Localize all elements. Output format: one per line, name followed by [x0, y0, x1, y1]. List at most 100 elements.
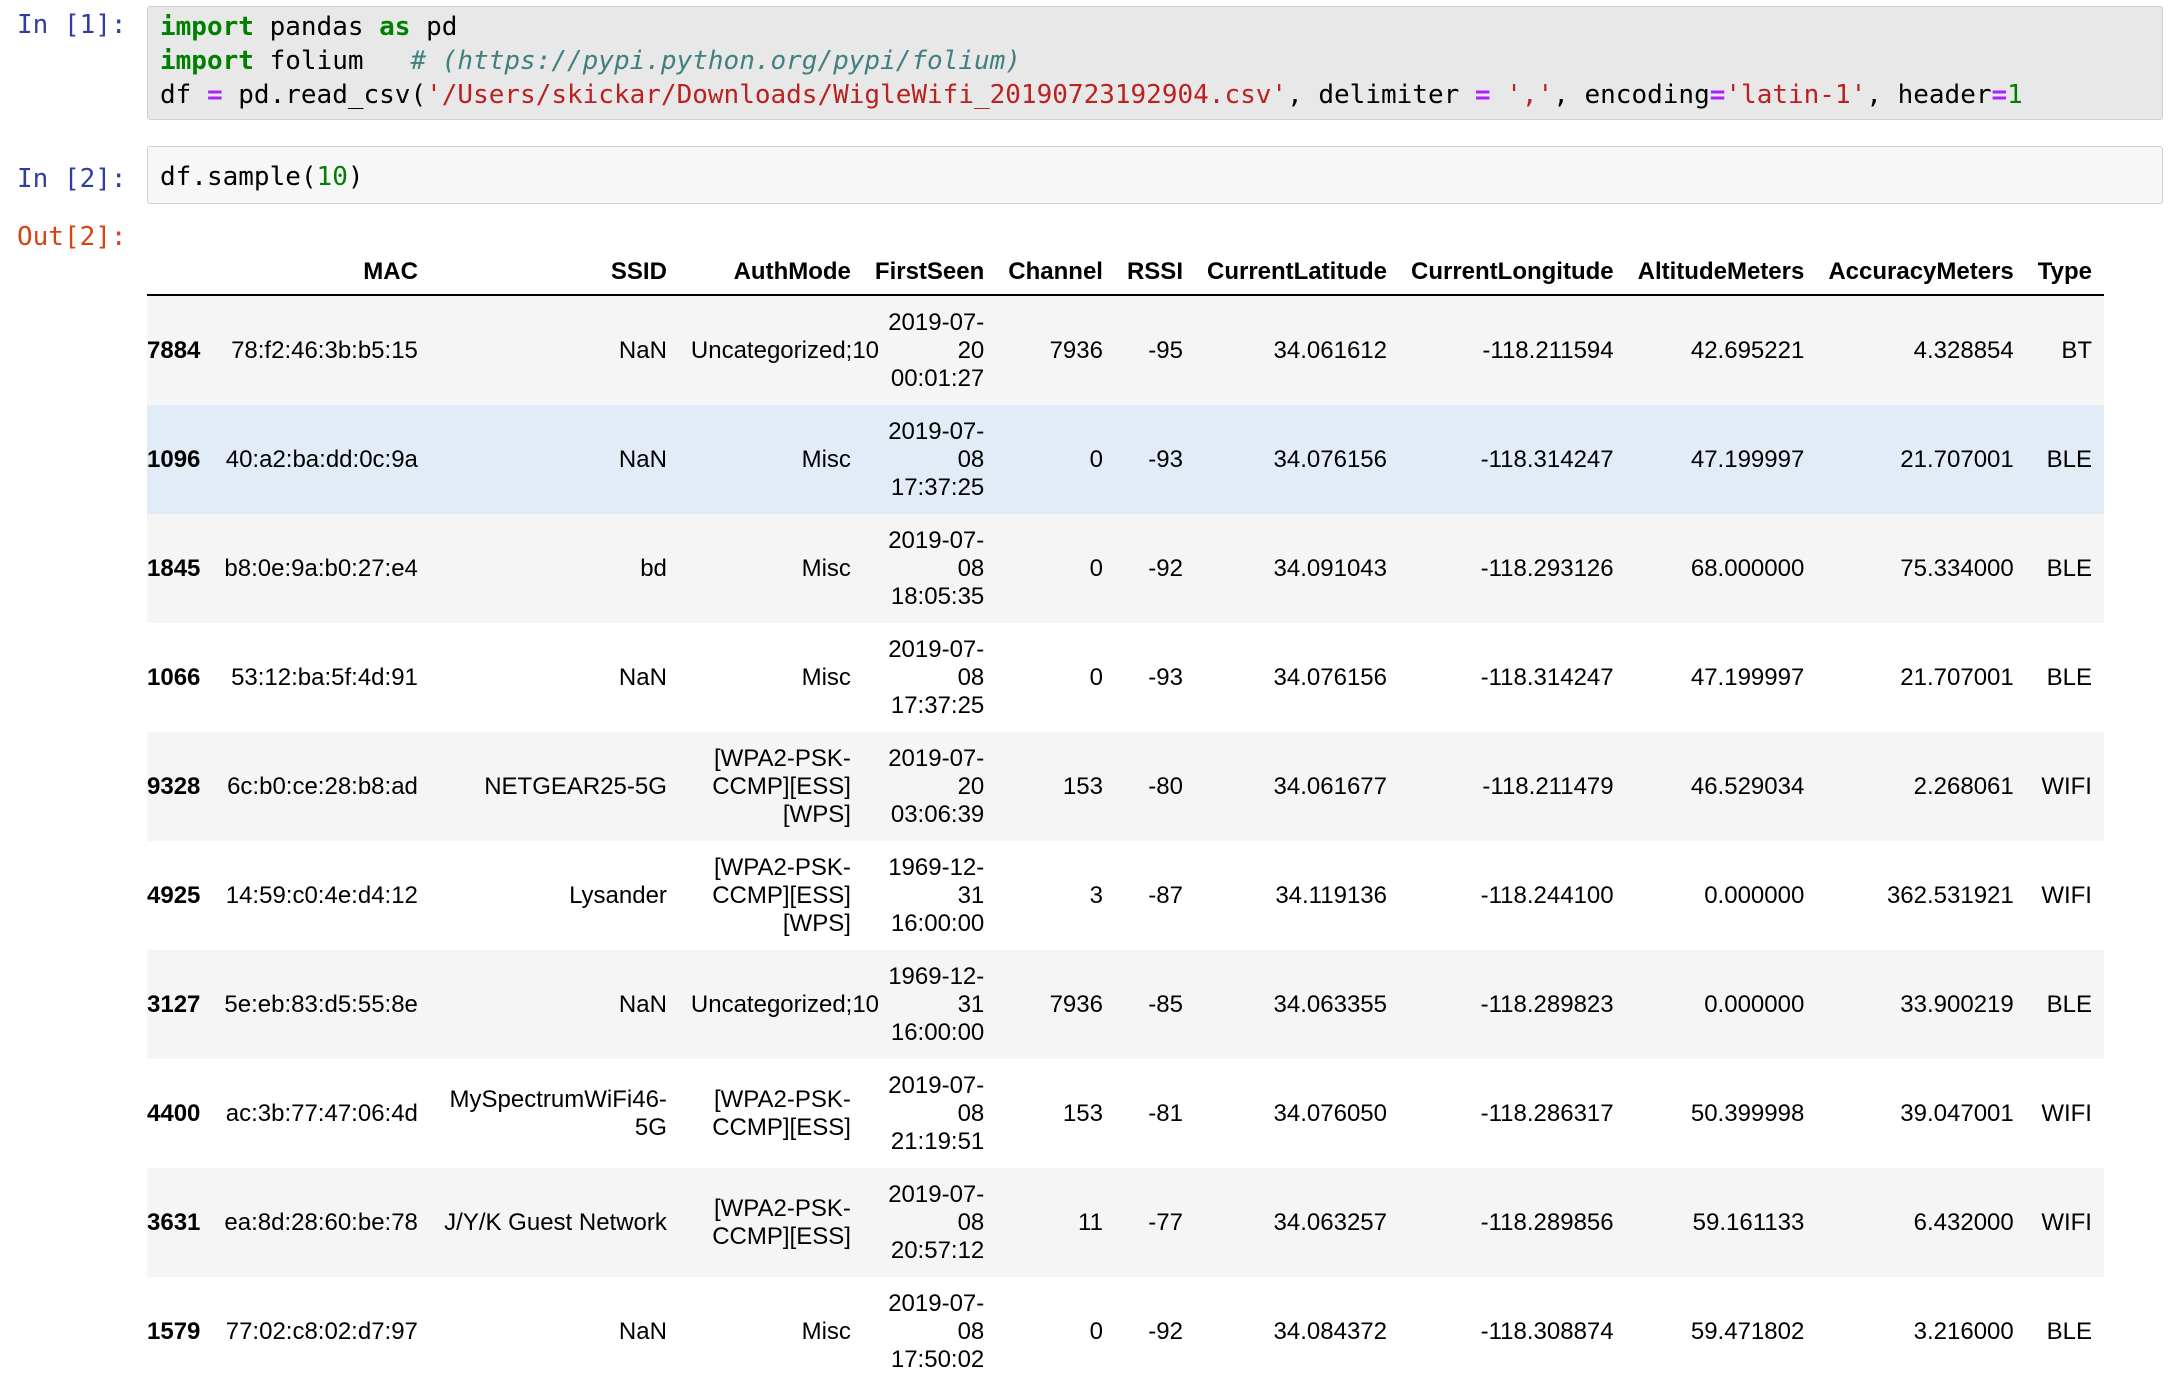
cell-mac: 53:12:ba:5f:4d:91: [231, 663, 418, 691]
cell-accuracymeters: 6.432000: [1913, 1208, 2014, 1236]
cell-accuracymeters: 4.328854: [1913, 336, 2014, 364]
cell-mac: 40:a2:ba:dd:0c:9a: [225, 445, 418, 473]
cell-altitudemeters: 0.000000: [1704, 990, 1805, 1018]
cell-ssid: NaN: [618, 990, 667, 1018]
table-row[interactable]: 1845 b8:0e:9a:b0:27:e4 bd Misc 2019-07-08 18…: [147, 514, 2104, 623]
cell-ssid: NaN: [618, 1317, 667, 1345]
cell-type: WIFI: [2041, 881, 2092, 909]
code-token: =: [1991, 80, 2008, 110]
table-row[interactable]: 1096 40:a2:ba:dd:0c:9a NaN Misc 2019-07-08 1…: [147, 405, 2104, 514]
cell-currentlatitude: 34.084372: [1273, 1317, 1387, 1345]
row-index: 3127: [147, 990, 201, 1018]
cell-authmode: [WPA2-PSK-CCMP][ESS][WPS]: [712, 853, 851, 937]
cell-currentlatitude: 34.076156: [1273, 445, 1387, 473]
output-prompt: Out[2]:: [17, 222, 127, 252]
cell-altitudemeters: 47.199997: [1690, 445, 1805, 473]
cell-firstseen: 2019-07-08 17:37:25: [888, 635, 985, 719]
table-row[interactable]: 4925 14:59:c0:4e:d4:12 Lysander [WPA2-PSK-C…: [147, 841, 2104, 950]
code-token: ): [347, 162, 364, 192]
cell-altitudemeters: 42.695221: [1690, 336, 1805, 364]
cell-currentlatitude: 34.091043: [1273, 554, 1387, 582]
cell-altitudemeters: 46.529034: [1690, 772, 1805, 800]
cell-channel: 3: [1089, 881, 1103, 909]
cell-type: BT: [2061, 336, 2092, 364]
code-token: =: [1474, 80, 1491, 110]
cell-accuracymeters: 3.216000: [1913, 1317, 2014, 1345]
cell-mac: 6c:b0:ce:28:b8:ad: [227, 772, 418, 800]
column-header-currentlatitude: CurrentLatitude: [1194, 250, 1399, 296]
row-index: 1096: [147, 445, 201, 473]
row-index: 1845: [147, 554, 201, 582]
code-editor-1[interactable]: import pandas as pd import folium # (htt…: [147, 6, 2163, 120]
code-token: =: [206, 80, 223, 110]
cell-ssid: NaN: [618, 445, 667, 473]
cell-authmode: Misc: [801, 1317, 851, 1345]
code-token: df.sample(: [160, 162, 317, 192]
code-token: 10: [316, 162, 348, 192]
cell-currentlongitude: -118.308874: [1480, 1317, 1614, 1345]
cell-ssid: NETGEAR25-5G: [484, 772, 667, 800]
code-line: df.sample(10): [148, 160, 2162, 194]
cell-accuracymeters: 21.707001: [1900, 445, 2014, 473]
cell-type: BLE: [2046, 1317, 2092, 1345]
cell-currentlongitude: -118.211594: [1482, 336, 1614, 364]
table-row[interactable]: 4400 ac:3b:77:47:06:4d MySpectrumWiFi46-5G…: [147, 1059, 2104, 1168]
cell-firstseen: 2019-07-20 00:01:27: [888, 308, 985, 392]
code-token: pd: [410, 12, 458, 42]
cell-altitudemeters: 68.000000: [1690, 554, 1805, 582]
table-row[interactable]: 9328 6c:b0:ce:28:b8:ad NETGEAR25-5G [WPA2-P…: [147, 732, 2104, 841]
dataframe-table: MAC SSID AuthMode FirstSeen Channel RSSI Curre…: [147, 250, 2104, 1386]
column-header-accuracymeters: AccuracyMeters: [1816, 250, 2026, 296]
cell-currentlatitude: 34.076050: [1273, 1099, 1387, 1127]
cell-currentlongitude: -118.293126: [1480, 554, 1614, 582]
table-row[interactable]: 3127 5e:eb:83:d5:55:8e NaN Uncategorized;10…: [147, 950, 2104, 1059]
cell-firstseen: 2019-07-08 21:19:51: [888, 1071, 985, 1155]
column-header-type: Type: [2025, 250, 2104, 296]
cell-mac: ea:8d:28:60:be:78: [224, 1208, 418, 1236]
cell-firstseen: 1969-12-31 16:00:00: [888, 962, 985, 1046]
code-editor-2[interactable]: df.sample(10): [147, 146, 2163, 204]
cell-mac: 5e:eb:83:d5:55:8e: [224, 990, 418, 1018]
cell-accuracymeters: 362.531921: [1886, 881, 2014, 909]
cell-mac: 78:f2:46:3b:b5:15: [231, 336, 418, 364]
cell-channel: 0: [1089, 1317, 1103, 1345]
table-header-row: MAC SSID AuthMode FirstSeen Channel RSSI Curre…: [147, 250, 2104, 296]
cell-accuracymeters: 75.334000: [1900, 554, 2014, 582]
code-token: import: [160, 12, 254, 42]
cell-rssi: -92: [1148, 1317, 1183, 1345]
cell-channel: 153: [1062, 1099, 1103, 1127]
cell-currentlatitude: 34.063355: [1273, 990, 1387, 1018]
table-row[interactable]: 3631 ea:8d:28:60:be:78 J/Y/K Guest Network…: [147, 1168, 2104, 1277]
code-token: , header: [1866, 80, 1992, 110]
code-token: =: [1709, 80, 1726, 110]
table-row[interactable]: 1579 77:02:c8:02:d7:97 NaN Misc 2019-07-08 1…: [147, 1277, 2104, 1386]
code-token: 1: [2007, 80, 2023, 110]
cell-firstseen: 2019-07-20 03:06:39: [888, 744, 985, 828]
cell-ssid: J/Y/K Guest Network: [444, 1208, 667, 1236]
column-header-altitudemeters: AltitudeMeters: [1625, 250, 1817, 296]
cell-type: WIFI: [2041, 1099, 2092, 1127]
cell-channel: 0: [1089, 663, 1103, 691]
row-index: 9328: [147, 772, 201, 800]
code-token: '/Users/skickar/Downloads/WigleWifi_2019…: [426, 80, 1288, 110]
table-row[interactable]: 7884 78:f2:46:3b:b5:15 NaN Uncategorized;10…: [147, 295, 2104, 405]
cell-altitudemeters: 50.399998: [1690, 1099, 1805, 1127]
table-row[interactable]: 1066 53:12:ba:5f:4d:91 NaN Misc 2019-07-08 1…: [147, 623, 2104, 732]
cell-accuracymeters: 33.900219: [1900, 990, 2014, 1018]
cell-currentlatitude: 34.061612: [1273, 336, 1387, 364]
cell-altitudemeters: 0.000000: [1704, 881, 1805, 909]
cell-authmode: [WPA2-PSK-CCMP][ESS]: [712, 1194, 851, 1250]
cell-accuracymeters: 2.268061: [1913, 772, 2014, 800]
cell-mac: b8:0e:9a:b0:27:e4: [224, 554, 418, 582]
cell-firstseen: 2019-07-08 20:57:12: [888, 1180, 985, 1264]
code-token: ',': [1506, 80, 1554, 110]
cell-channel: 0: [1089, 445, 1103, 473]
column-header-firstseen: FirstSeen: [862, 250, 997, 296]
code-line: import pandas as pd: [148, 10, 2162, 44]
column-header-ssid: SSID: [429, 250, 679, 296]
cell-currentlatitude: 34.063257: [1273, 1208, 1387, 1236]
cell-currentlongitude: -118.314247: [1480, 663, 1614, 691]
code-token: import: [160, 46, 254, 76]
cell-accuracymeters: 39.047001: [1900, 1099, 2014, 1127]
cell-mac: 14:59:c0:4e:d4:12: [225, 881, 418, 909]
